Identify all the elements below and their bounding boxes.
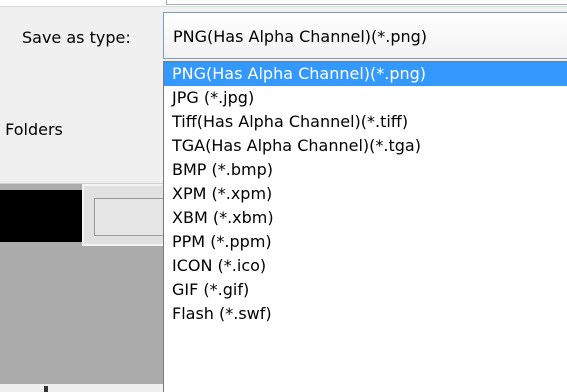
preview-frame-inner xyxy=(94,198,163,236)
dropdown-option[interactable]: XBM (*.xbm) xyxy=(164,206,567,230)
dropdown-option[interactable]: PPM (*.ppm) xyxy=(164,230,567,254)
save-as-type-selected-value: PNG(Has Alpha Channel)(*.png) xyxy=(173,27,428,46)
dropdown-option[interactable]: Flash (*.swf) xyxy=(164,302,567,326)
bottom-strip xyxy=(0,384,163,392)
previous-field-edge xyxy=(166,0,567,5)
dropdown-option[interactable]: XPM (*.xpm) xyxy=(164,182,567,206)
hide-folders-button[interactable]: de Folders xyxy=(0,120,160,139)
dropdown-option[interactable]: TGA(Has Alpha Channel)(*.tga) xyxy=(164,134,567,158)
save-as-type-label: Save as type: xyxy=(22,28,131,47)
save-as-type-combobox[interactable]: PNG(Has Alpha Channel)(*.png) xyxy=(163,12,567,59)
previous-field-strip xyxy=(0,0,567,7)
hide-folders-label: de Folders xyxy=(0,120,63,139)
dropdown-option[interactable]: ICON (*.ico) xyxy=(164,254,567,278)
dropdown-option[interactable]: BMP (*.bmp) xyxy=(164,158,567,182)
resize-grip-icon xyxy=(44,386,48,392)
save-as-type-dropdown-list[interactable]: PNG(Has Alpha Channel)(*.png) JPG (*.jpg)… xyxy=(163,61,567,392)
dropdown-option[interactable]: GIF (*.gif) xyxy=(164,278,567,302)
preview-area xyxy=(0,184,163,384)
preview-frame xyxy=(82,184,163,246)
dropdown-option[interactable]: PNG(Has Alpha Channel)(*.png) xyxy=(164,62,567,86)
dropdown-option[interactable]: JPG (*.jpg) xyxy=(164,86,567,110)
dropdown-option[interactable]: Tiff(Has Alpha Channel)(*.tiff) xyxy=(164,110,567,134)
preview-thumbnail xyxy=(0,190,82,242)
